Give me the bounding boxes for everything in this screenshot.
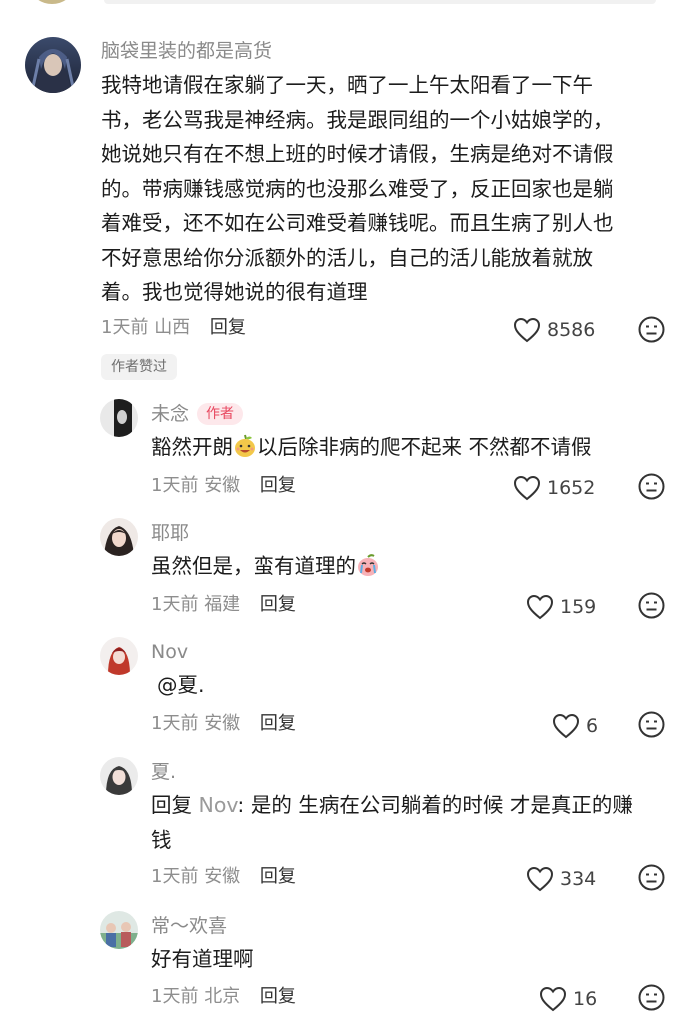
heart-outline-icon	[526, 594, 554, 620]
like-button[interactable]: 334	[526, 866, 596, 892]
frown-face-icon	[638, 592, 665, 619]
username[interactable]: 耶耶	[151, 520, 189, 546]
reply-button[interactable]: 回复	[210, 317, 246, 338]
comment-text: 好有道理啊	[151, 947, 254, 971]
heart-outline-icon	[552, 713, 580, 739]
frown-face-icon	[638, 316, 665, 343]
like-count: 1652	[547, 477, 596, 499]
location: 安徽	[204, 475, 241, 496]
like-button[interactable]: 6	[552, 713, 598, 739]
avatar[interactable]	[100, 757, 138, 795]
like-count: 159	[560, 596, 597, 618]
comment-line: 书，老公骂我是神经病。我是跟同组的一个小姑娘学的，	[101, 107, 614, 132]
dislike-button[interactable]	[638, 473, 665, 504]
reply-button[interactable]: 回复	[260, 594, 296, 615]
frown-face-icon	[638, 473, 665, 500]
comment-line: 回复 Nov: 是的 生病在公司躺着的时候 才是真正的赚	[151, 793, 633, 817]
username[interactable]: 脑袋里装的都是高货	[101, 38, 272, 64]
author-tag: 作者	[197, 403, 244, 425]
reply-button[interactable]: 回复	[260, 475, 296, 496]
comment-line: 她说她只有在不想上班的时候才请假，生病是绝对不请假	[101, 142, 614, 166]
avatar[interactable]	[100, 518, 138, 556]
avatar[interactable]	[25, 37, 81, 93]
reply-prefix: 回复	[151, 793, 192, 817]
comment-line: 着。我也觉得她说的很有道理	[101, 280, 368, 304]
reply-button[interactable]: 回复	[260, 986, 296, 1007]
reply-to-username[interactable]: Nov	[199, 793, 238, 817]
comment-line: 我特地请假在家躺了一天，晒了一上午太阳看了一下午	[101, 73, 593, 97]
comment-text: @夏.	[157, 673, 205, 697]
comment-line: 不好意思给你分派额外的活儿，自己的活儿能放着就放	[101, 245, 593, 270]
dislike-button[interactable]	[638, 711, 665, 742]
location: 福建	[204, 594, 241, 615]
location: 安徽	[204, 866, 241, 887]
like-button[interactable]: 16	[539, 986, 597, 1012]
like-count: 8586	[547, 319, 596, 341]
avatar[interactable]	[100, 399, 138, 437]
comment-line: 的。带病赚钱感觉病的也没那么难受了，反正回家也是躺	[101, 176, 614, 201]
comment-text: 我特地请假在家躺了一天，晒了一上午太阳看了一下午 书，老公骂我是神经病。我是跟同…	[101, 68, 671, 310]
grinning-pear-emoji	[233, 434, 257, 458]
reply-button[interactable]: 回复	[260, 866, 296, 887]
dislike-button[interactable]	[638, 592, 665, 623]
like-button[interactable]: 1652	[513, 475, 595, 501]
author-liked-badge: 作者赞过	[101, 354, 177, 380]
timestamp: 1天前	[151, 713, 199, 734]
location: 北京	[204, 986, 241, 1007]
location: 安徽	[204, 713, 241, 734]
heart-outline-icon	[513, 317, 541, 343]
frown-face-icon	[638, 864, 665, 891]
username[interactable]: 夏.	[151, 759, 176, 785]
comment-meta: 1天前 北京 回复	[151, 985, 296, 1009]
heart-outline-icon	[526, 866, 554, 892]
previous-item-remnant	[0, 0, 690, 8]
like-count: 16	[573, 988, 598, 1010]
comment-meta: 1天前 山西 回复	[101, 316, 246, 340]
comment-meta: 1天前 安徽 回复	[151, 712, 296, 736]
heart-outline-icon	[539, 986, 567, 1012]
location: 山西	[154, 317, 191, 338]
dislike-button[interactable]	[638, 984, 665, 1015]
comment-line: 钱	[151, 827, 172, 852]
avatar[interactable]	[100, 637, 138, 675]
timestamp: 1天前	[151, 986, 199, 1007]
like-count: 6	[586, 715, 599, 737]
comment-line: 着难受，还不如在公司难受着赚钱呢。而且生病了别人也	[101, 211, 614, 235]
dislike-button[interactable]	[638, 316, 665, 347]
timestamp: 1天前	[151, 594, 199, 615]
comment-text: 虽然但是，蛮有道理的	[151, 549, 671, 584]
comment-meta: 1天前 安徽 回复	[151, 474, 296, 498]
comment-text: 回复 Nov: 是的 生病在公司躺着的时候 才是真正的赚 钱	[151, 788, 671, 857]
previous-avatar	[32, 0, 72, 4]
comment-meta: 1天前 安徽 回复	[151, 865, 296, 889]
previous-divider	[104, 0, 656, 4]
timestamp: 1天前	[151, 866, 199, 887]
comment-text: 豁然开朗 以后除非病的爬不起来 不然都不请假	[151, 434, 592, 459]
heart-outline-icon	[513, 475, 541, 501]
username[interactable]: 未念 作者	[151, 401, 244, 427]
comment-meta: 1天前 福建 回复	[151, 593, 296, 617]
like-button[interactable]: 159	[526, 594, 596, 620]
frown-face-icon	[638, 711, 665, 738]
avatar[interactable]	[100, 911, 138, 949]
username[interactable]: 常～欢喜	[151, 913, 227, 939]
like-button[interactable]: 8586	[513, 317, 595, 343]
frown-face-icon	[638, 984, 665, 1011]
dislike-button[interactable]	[638, 864, 665, 895]
username[interactable]: Nov	[151, 639, 188, 665]
timestamp: 1天前	[151, 475, 199, 496]
timestamp: 1天前	[101, 317, 149, 338]
crying-peach-emoji	[356, 553, 380, 577]
like-count: 334	[560, 868, 597, 890]
reply-button[interactable]: 回复	[260, 713, 296, 734]
